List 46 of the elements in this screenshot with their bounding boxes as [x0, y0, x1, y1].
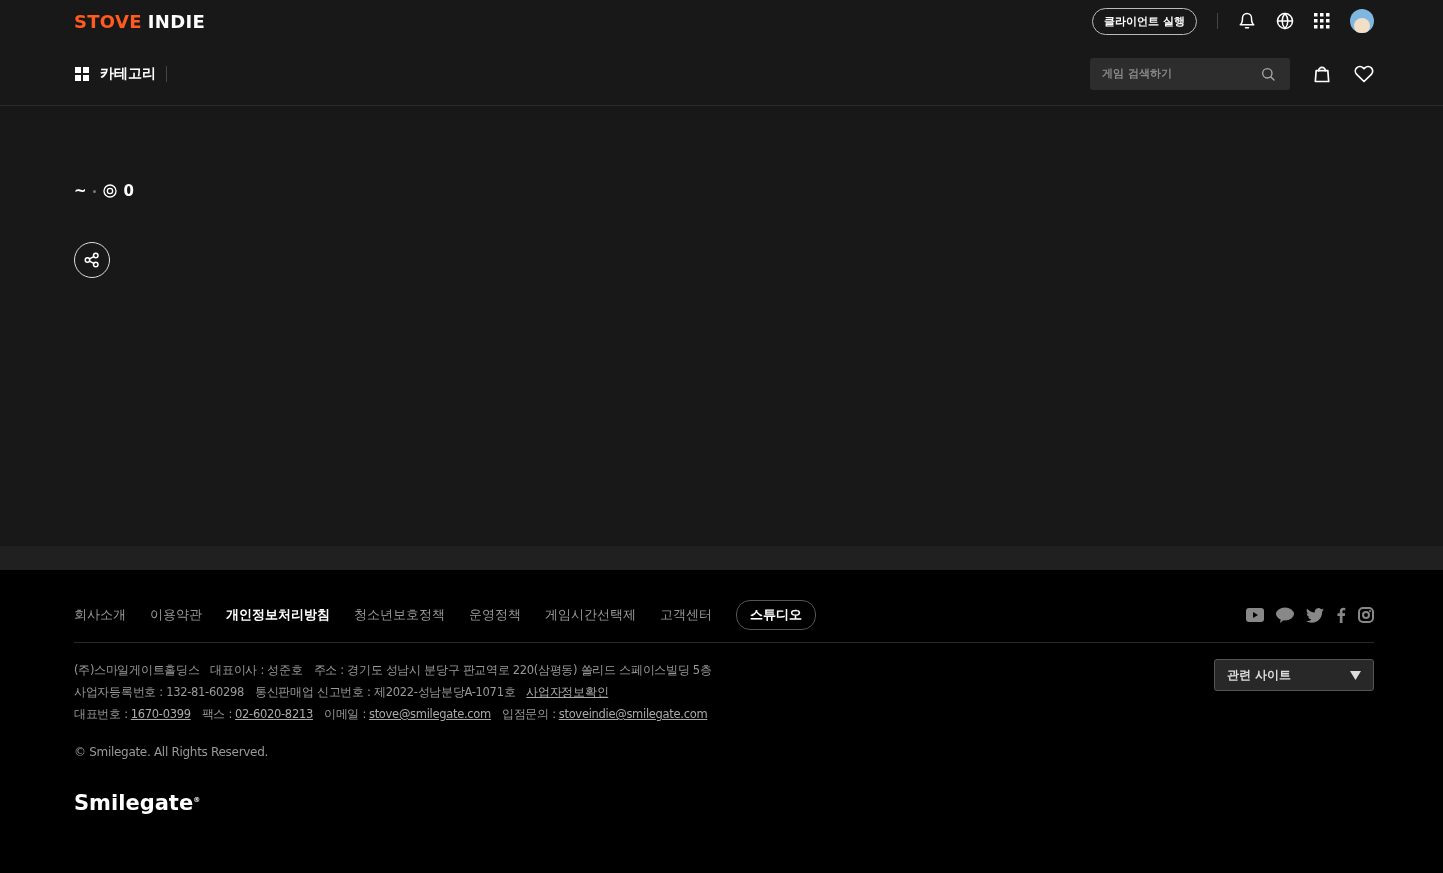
notification-bell-icon[interactable]	[1238, 12, 1256, 31]
twitter-icon[interactable]	[1306, 607, 1324, 623]
facebook-icon[interactable]	[1336, 607, 1346, 623]
view-count: 0	[123, 182, 134, 200]
related-sites-dropdown[interactable]: 관련 사이트	[1214, 659, 1374, 691]
category-menu[interactable]: 카테고리	[100, 64, 156, 83]
footer-link[interactable]: 운영정책	[469, 606, 521, 624]
smilegate-logo: Smilegate$^{®}$	[74, 791, 202, 815]
company-info-text: (주)스마일게이트홀딩스	[74, 662, 200, 679]
instagram-icon[interactable]	[1358, 607, 1374, 623]
studio-link[interactable]: 스튜디오	[736, 600, 816, 630]
heart-icon[interactable]	[1354, 63, 1374, 84]
footer-link[interactable]: 고객센터	[660, 606, 712, 624]
company-info-link[interactable]: stoveindie@smilegate.com	[558, 703, 708, 725]
company-info-link[interactable]: stove@smilegate.com	[368, 703, 491, 725]
company-info-text: 대표이사 : 성준호	[210, 662, 303, 679]
company-info-text: 이메일 :	[323, 706, 366, 723]
globe-icon[interactable]	[1276, 12, 1294, 31]
copyright-text: © Smilegate. All Rights Reserved.	[74, 745, 269, 759]
company-info-text: 대표번호 :	[74, 706, 128, 723]
separator-dot	[92, 189, 96, 193]
footer-link[interactable]: 청소년보호정책	[354, 606, 445, 624]
chat-bubble-icon[interactable]	[1276, 607, 1294, 623]
stove-indie-logo[interactable]: STOVE INDIE	[74, 10, 205, 32]
footer-link[interactable]: 회사소개	[74, 606, 126, 624]
game-search-field[interactable]: 게임 검색하기	[1090, 57, 1290, 90]
search-icon[interactable]	[1260, 65, 1276, 82]
apps-grid-icon[interactable]	[1314, 13, 1330, 30]
company-info-link[interactable]: 1670-0399	[130, 703, 191, 725]
footer-link[interactable]: 이용약관	[150, 606, 202, 624]
youtube-icon[interactable]	[1246, 608, 1264, 622]
company-info-text: 사업자등록번호 : 132-81-60298	[74, 684, 245, 701]
company-info-text: 통신판매업 신고번호 : 제2022-성남분당A-1071호	[255, 684, 516, 701]
company-info-link[interactable]: 02-6020-8213	[235, 703, 313, 725]
company-info-text: 팩스 :	[201, 706, 233, 723]
eye-icon	[101, 183, 118, 199]
avatar[interactable]	[1350, 9, 1374, 34]
date-range-text: ~	[74, 182, 87, 200]
company-info-link[interactable]: 사업자정보확인	[526, 681, 609, 703]
share-icon	[83, 251, 101, 269]
footer-link[interactable]: 게임시간선택제	[545, 606, 636, 624]
footer-link[interactable]: 개인정보처리방침	[226, 606, 330, 624]
category-grid-icon[interactable]	[74, 65, 90, 82]
company-info-text: 주소 : 경기도 성남시 분당구 판교역로 220(삼평동) 쏠리드 스페이스빌딩 5층	[313, 662, 712, 679]
company-info-text: 입점문의 :	[502, 706, 556, 723]
dropdown-caret-icon	[1350, 670, 1361, 680]
